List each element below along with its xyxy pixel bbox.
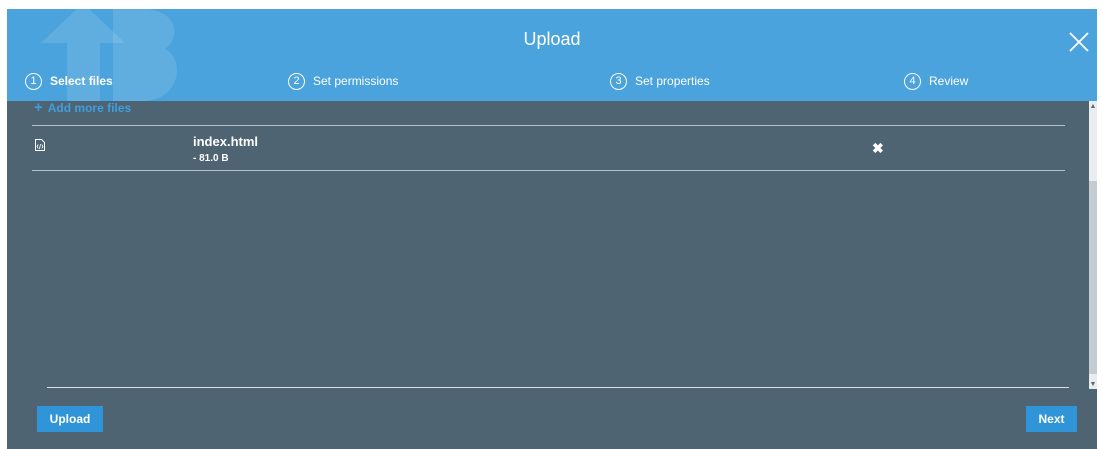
- file-list-item: index.html - 81.0 B ✖: [32, 126, 1065, 171]
- remove-icon[interactable]: ✖: [872, 141, 884, 155]
- wizard-steps: 1 Select files 2 Set permissions 3 Set p…: [7, 71, 1097, 93]
- next-button[interactable]: Next: [1026, 406, 1077, 432]
- file-size: - 81.0 B: [193, 153, 229, 164]
- code-file-icon: [35, 139, 45, 151]
- step-set-permissions[interactable]: 2 Set permissions: [288, 71, 398, 91]
- add-more-label: Add more files: [47, 100, 132, 115]
- plus-icon: +: [34, 99, 43, 116]
- footer-divider: [47, 387, 1069, 388]
- dialog-title: Upload: [523, 29, 581, 49]
- step-number: 2: [288, 72, 305, 90]
- add-more-files-link[interactable]: + Add more files: [34, 100, 131, 115]
- scrollbar-thumb[interactable]: [1089, 181, 1097, 374]
- step-number: 1: [25, 72, 42, 90]
- step-review[interactable]: 4 Review: [904, 71, 968, 91]
- step-select-files[interactable]: 1 Select files: [25, 71, 113, 91]
- step-label: Set permissions: [313, 74, 399, 88]
- step-label: Set properties: [635, 74, 710, 88]
- scroll-up-arrow-icon[interactable]: ▲: [1089, 103, 1097, 111]
- step-label: Review: [929, 74, 969, 88]
- upload-dialog: Upload 1 Select files 2 Set permissions …: [7, 9, 1097, 449]
- scroll-down-arrow-icon[interactable]: ▼: [1089, 381, 1097, 389]
- list-bottom-divider: [32, 170, 1065, 171]
- file-list-scrollbar[interactable]: ▲ ▼: [1089, 101, 1097, 389]
- close-icon[interactable]: [1067, 30, 1091, 54]
- file-name: index.html: [193, 134, 259, 149]
- step-set-properties[interactable]: 3 Set properties: [610, 71, 710, 91]
- step-number: 3: [610, 72, 627, 90]
- upload-button[interactable]: Upload: [37, 406, 103, 432]
- step-number: 4: [904, 72, 921, 90]
- dialog-header: Upload 1 Select files 2 Set permissions …: [7, 9, 1097, 101]
- step-label: Select files: [50, 74, 113, 88]
